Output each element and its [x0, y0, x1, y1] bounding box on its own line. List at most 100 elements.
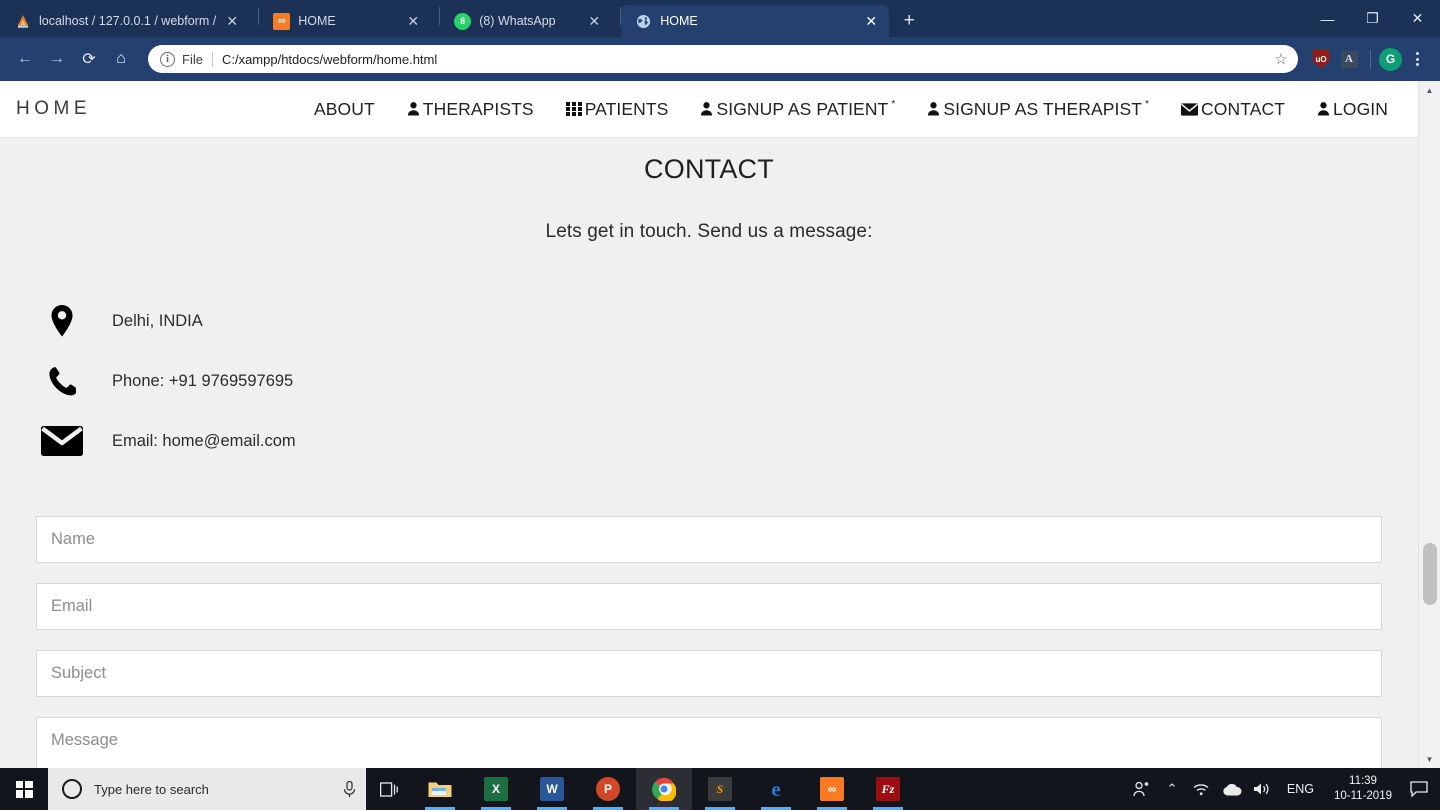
taskbar-app-word[interactable]: W [524, 768, 580, 810]
nav-item-login[interactable]: LOGIN [1301, 99, 1404, 120]
nav-item-contact[interactable]: CONTACT [1165, 99, 1301, 120]
scrollbar-thumb[interactable] [1423, 543, 1437, 605]
page-scrollbar[interactable]: ▲ ▼ [1418, 81, 1440, 768]
ublock-origin-icon[interactable]: uO [1308, 46, 1334, 72]
people-icon[interactable] [1127, 768, 1157, 810]
tab-title: HOME [298, 14, 336, 28]
tab-title: HOME [660, 14, 698, 28]
file-explorer-icon [428, 777, 452, 801]
speaker-icon[interactable] [1247, 768, 1277, 810]
close-icon[interactable]: ✕ [586, 13, 602, 29]
home-button[interactable]: ⌂ [106, 44, 136, 74]
reload-button[interactable]: ⟳ [74, 44, 104, 74]
message-field[interactable]: Message [36, 717, 1382, 768]
contact-info-text: Delhi, INDIA [112, 311, 203, 330]
omnibox-divider [211, 51, 213, 67]
phpmyadmin-icon [14, 13, 31, 30]
page-title: CONTACT [644, 154, 774, 184]
scroll-up-arrow-icon[interactable]: ▲ [1419, 81, 1440, 99]
page-info-icon[interactable]: i [160, 51, 175, 67]
maximize-button[interactable]: ❐ [1350, 3, 1395, 35]
email-field[interactable]: Email [36, 583, 1382, 630]
start-button[interactable] [0, 768, 48, 810]
contact-info-email: Email: home@email.com [38, 411, 1418, 471]
nav-item-signup-therapist[interactable]: SIGNUP AS THERAPIST * [911, 99, 1165, 120]
adobe-acrobat-icon[interactable]: A [1336, 46, 1362, 72]
chrome-icon [652, 777, 676, 801]
taskbar-search[interactable]: Type here to search [48, 768, 366, 810]
contact-info-phone: Phone: +91 9769597695 [38, 351, 1418, 411]
address-bar[interactable]: i File C:/xampp/htdocs/webform/home.html… [148, 45, 1298, 73]
microphone-icon[interactable] [343, 780, 356, 798]
contact-form: Name Email Subject Message [0, 516, 1418, 768]
onedrive-cloud-icon[interactable] [1217, 768, 1247, 810]
task-view-button[interactable] [366, 768, 412, 810]
nav-item-label: PATIENTS [584, 98, 669, 119]
close-icon[interactable]: ✕ [405, 13, 421, 29]
edge-icon: e [771, 776, 781, 801]
wifi-icon[interactable] [1187, 768, 1217, 810]
envelope-icon [38, 426, 86, 456]
nav-item-patients[interactable]: PATIENTS [550, 99, 685, 120]
taskbar-app-edge[interactable]: e [748, 768, 804, 810]
taskbar-app-sublime-text[interactable]: S [692, 768, 748, 810]
windows-logo-icon [15, 780, 33, 798]
browser-tab-home-xampp[interactable]: ∞ HOME ✕ [259, 5, 440, 37]
search-input-placeholder: Type here to search [94, 781, 209, 797]
url-text[interactable]: C:/xampp/htdocs/webform/home.html [222, 52, 1268, 67]
bookmark-star-icon[interactable]: ☆ [1268, 46, 1294, 72]
nav-item-label: ABOUT [314, 98, 375, 119]
clock-time: 11:39 [1349, 775, 1377, 787]
taskbar-app-chrome[interactable] [636, 768, 692, 810]
site-nav-links: ABOUT THERAPISTS PATIENTS SIGNUP AS PATI… [298, 99, 1418, 120]
browser-tab-home-active[interactable]: HOME ✕ [621, 5, 890, 37]
envelope-icon [1181, 102, 1199, 116]
map-pin-icon [38, 304, 86, 338]
contact-info-address: Delhi, INDIA [38, 291, 1418, 351]
close-icon[interactable]: ✕ [224, 13, 240, 29]
browser-tab-whatsapp[interactable]: 8 (8) WhatsApp ✕ [440, 5, 621, 37]
tab-strip: localhost / 127.0.0.1 / webform / ✕ ∞ HO… [0, 0, 1440, 37]
language-indicator[interactable]: ENG [1277, 782, 1324, 796]
profile-avatar[interactable]: G [1379, 47, 1402, 71]
scroll-down-arrow-icon[interactable]: ▼ [1419, 750, 1440, 768]
name-field-placeholder: Name [51, 530, 96, 548]
taskbar-app-file-explorer[interactable] [412, 768, 468, 810]
globe-icon [635, 13, 652, 30]
subject-field[interactable]: Subject [36, 650, 1382, 697]
notification-center-icon[interactable] [1402, 768, 1436, 810]
cortana-icon[interactable] [62, 779, 82, 799]
nav-item-label: SIGNUP AS THERAPIST [943, 98, 1143, 119]
taskbar-app-excel[interactable]: X [468, 768, 524, 810]
site-brand[interactable]: HOME [16, 98, 91, 120]
taskbar-clock[interactable]: 11:39 10-11-2019 [1324, 768, 1402, 810]
window-close-button[interactable]: ✕ [1395, 3, 1440, 35]
nav-item-therapists[interactable]: THERAPISTS [391, 99, 550, 120]
chrome-menu-button[interactable] [1404, 46, 1430, 72]
windows-taskbar: Type here to search X W P S e ∞ Fz ⌃ ENG… [0, 768, 1440, 810]
page-viewport: HOME ABOUT THERAPISTS PATIENTS SIGNUP AS… [0, 81, 1440, 768]
forward-button[interactable]: → [42, 44, 72, 74]
system-tray: ⌃ ENG 11:39 10-11-2019 [1127, 768, 1440, 810]
nav-item-signup-patient[interactable]: SIGNUP AS PATIENT * [684, 99, 911, 120]
show-hidden-icons-chevron-icon[interactable]: ⌃ [1157, 768, 1187, 810]
taskbar-app-xampp[interactable]: ∞ [804, 768, 860, 810]
excel-icon: X [484, 777, 508, 801]
clock-date: 10-11-2019 [1334, 790, 1392, 802]
nav-item-superscript: * [1145, 98, 1150, 110]
toolbar-divider [1370, 49, 1371, 69]
page-content: CONTACT Lets get in touch. Send us a mes… [0, 137, 1418, 768]
nav-item-superscript: * [891, 98, 896, 110]
grid-icon [565, 101, 582, 117]
close-icon[interactable]: ✕ [863, 13, 879, 29]
name-field[interactable]: Name [36, 516, 1382, 563]
minimize-button[interactable]: — [1305, 3, 1350, 35]
taskbar-app-filezilla[interactable]: Fz [860, 768, 916, 810]
browser-tab-phpmyadmin[interactable]: localhost / 127.0.0.1 / webform / ✕ [0, 5, 259, 37]
taskbar-app-powerpoint[interactable]: P [580, 768, 636, 810]
browser-window: localhost / 127.0.0.1 / webform / ✕ ∞ HO… [0, 0, 1440, 810]
back-button[interactable]: ← [10, 44, 40, 74]
nav-item-about[interactable]: ABOUT [298, 99, 391, 120]
new-tab-button[interactable]: + [895, 7, 923, 35]
filezilla-icon: Fz [876, 777, 900, 801]
